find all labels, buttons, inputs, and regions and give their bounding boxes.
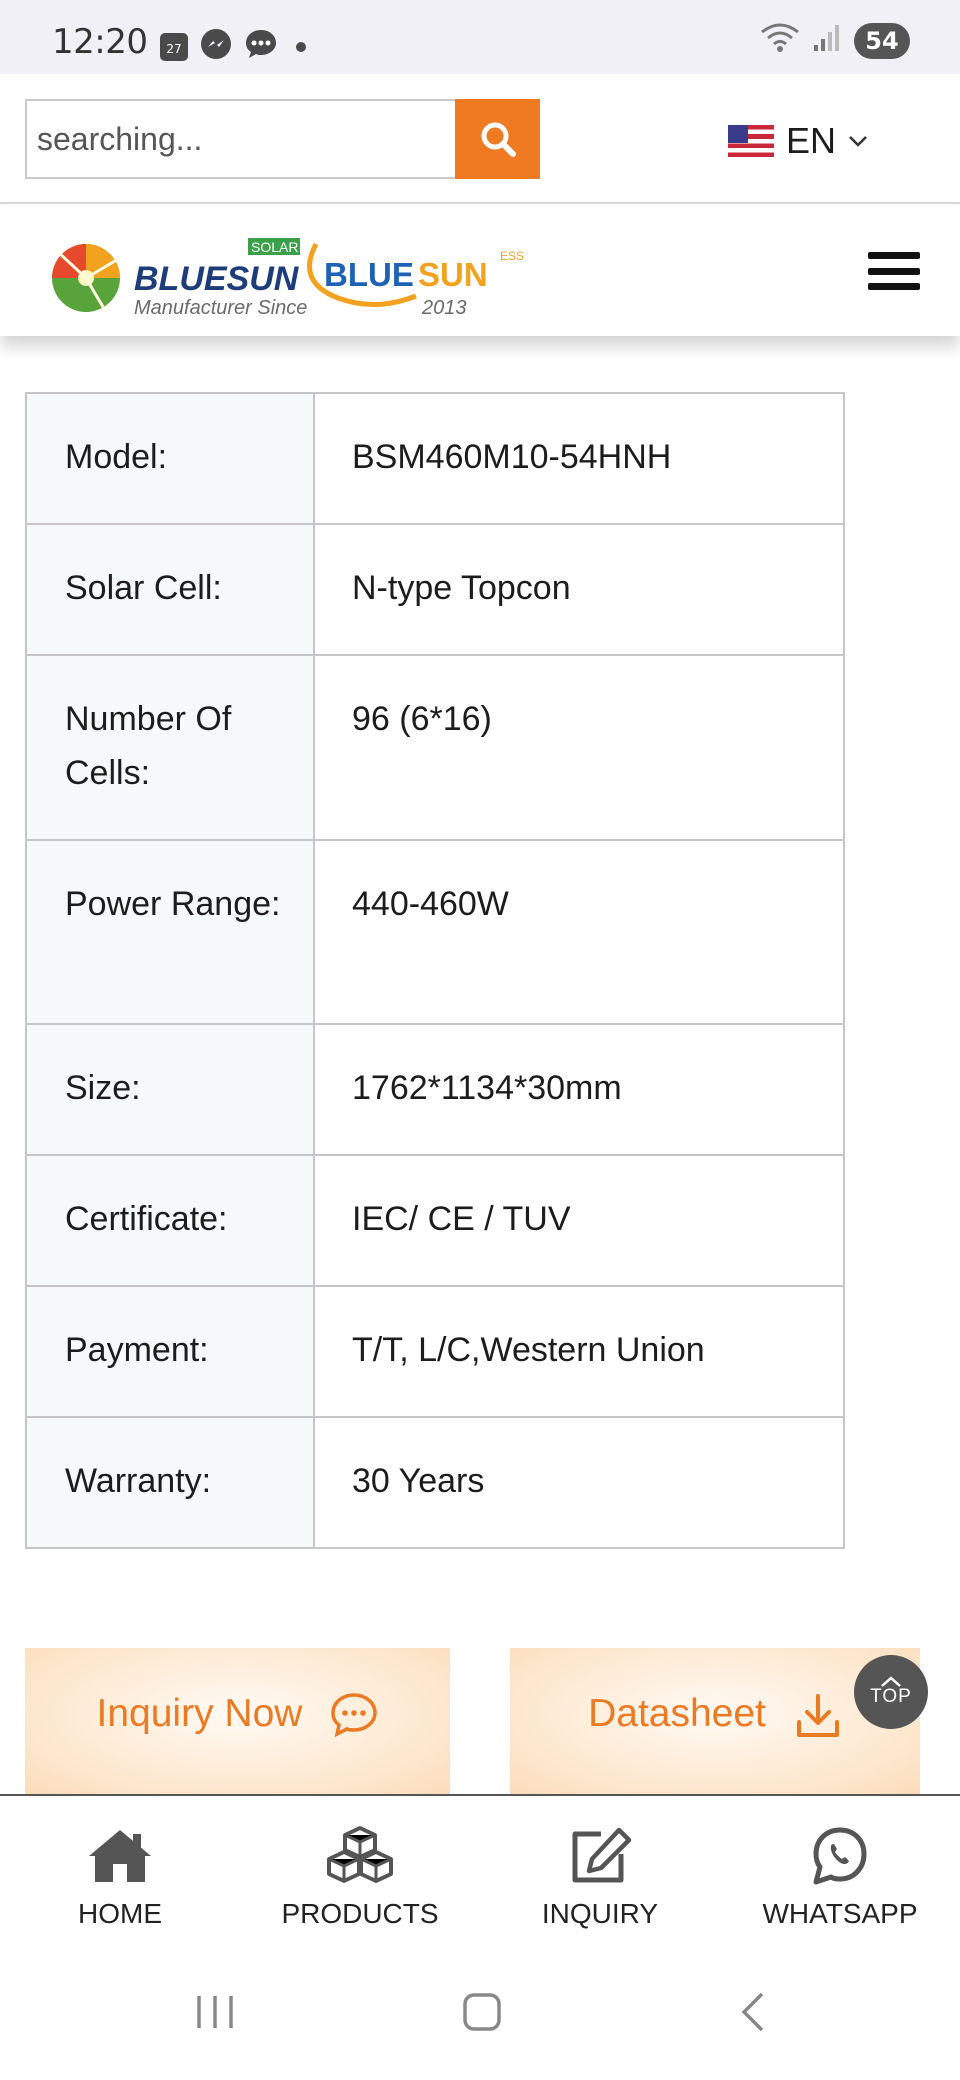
table-row: Size: 1762*1134*30mm	[25, 1023, 845, 1156]
sun-logo-icon	[52, 244, 121, 313]
table-row: Payment: T/T, L/C,Western Union	[25, 1285, 845, 1418]
notification-icons: 27	[160, 28, 306, 65]
svg-text:2013: 2013	[421, 297, 467, 318]
search-header: EN	[0, 74, 960, 204]
svg-text:Manufacturer Since: Manufacturer Since	[134, 297, 307, 318]
system-nav-bar	[0, 1960, 960, 2080]
cubes-icon	[327, 1826, 393, 1883]
language-selector[interactable]: EN	[728, 120, 868, 162]
download-icon	[796, 1694, 839, 1737]
inquiry-now-button[interactable]: Inquiry Now	[25, 1648, 450, 1794]
svg-text:SOLAR: SOLAR	[251, 239, 298, 255]
spec-label: Power Range:	[25, 839, 315, 1025]
spec-value: 1762*1134*30mm	[313, 1023, 845, 1156]
svg-text:BLUESUN: BLUESUN	[134, 260, 300, 298]
spec-value: IEC/ CE / TUV	[313, 1154, 845, 1287]
table-row: Solar Cell: N-type Topcon	[25, 523, 845, 656]
spec-label: Warranty:	[25, 1416, 315, 1549]
top-label: TOP	[870, 1686, 912, 1707]
spec-label: Model:	[25, 392, 315, 525]
spec-value: BSM460M10-54HNH	[313, 392, 845, 525]
home-icon	[89, 1830, 151, 1882]
home-nav-icon[interactable]	[460, 1990, 504, 2034]
svg-text:SUN: SUN	[418, 256, 488, 293]
nav-label: INQUIRY	[541, 1898, 659, 1929]
svg-text:ESS: ESS	[500, 249, 524, 263]
whatsapp-icon	[813, 1827, 867, 1885]
nav-item-whatsapp[interactable]: WHATSAPP	[720, 1796, 960, 1960]
spec-label: Payment:	[25, 1285, 315, 1418]
svg-text:BLUE: BLUE	[324, 256, 414, 293]
edit-icon	[572, 1827, 632, 1883]
spec-value: 30 Years	[313, 1416, 845, 1549]
nav-item-inquiry[interactable]: INQUIRY	[480, 1796, 720, 1960]
table-row: Warranty: 30 Years	[25, 1416, 845, 1549]
search-icon	[481, 122, 516, 157]
wifi-icon	[760, 22, 800, 59]
nav-item-products[interactable]: PRODUCTS	[240, 1796, 480, 1960]
spec-value: N-type Topcon	[313, 523, 845, 656]
spec-label: Solar Cell:	[25, 523, 315, 656]
nav-label: WHATSAPP	[762, 1898, 918, 1929]
battery-indicator: 54	[854, 22, 910, 59]
spec-label: Certificate:	[25, 1154, 315, 1287]
chat-bubble-icon	[331, 1693, 378, 1738]
us-flag-icon	[728, 125, 774, 157]
table-row: Number Of Cells: 96 (6*16)	[25, 654, 845, 841]
status-right: 54	[760, 22, 910, 59]
table-row: Certificate: IEC/ CE / TUV	[25, 1154, 845, 1287]
table-row: Power Range: 440-460W	[25, 839, 845, 1025]
nav-label: PRODUCTS	[281, 1898, 439, 1929]
dot-icon	[296, 41, 306, 52]
spec-value: T/T, L/C,Western Union	[313, 1285, 845, 1418]
nav-item-home[interactable]: HOME	[0, 1796, 240, 1960]
status-time: 12:20	[52, 22, 148, 62]
back-nav-icon[interactable]	[734, 1990, 774, 2034]
spec-value: 96 (6*16)	[313, 654, 845, 841]
search-box	[25, 99, 457, 179]
search-input[interactable]	[27, 101, 457, 177]
bluesun-logo[interactable]: BLUESUN SOLAR Manufacturer Since BLUE SU…	[46, 228, 536, 318]
nav-label: HOME	[78, 1898, 162, 1929]
datasheet-label: Datasheet	[588, 1692, 766, 1735]
chat-icon	[244, 28, 278, 65]
logo-bar: BLUESUN SOLAR Manufacturer Since BLUE SU…	[0, 206, 960, 336]
spec-value: 440-460W	[313, 839, 845, 1025]
search-button[interactable]	[455, 99, 540, 179]
scroll-to-top-button[interactable]: TOP	[854, 1655, 928, 1729]
language-label: EN	[786, 120, 837, 161]
bottom-nav: HOME PRODUCTS INQUIRY WHATSAPP	[0, 1794, 960, 1960]
messenger-icon	[200, 28, 232, 65]
spec-label: Number Of Cells:	[25, 654, 315, 841]
table-row: Model: BSM460M10-54HNH	[25, 392, 845, 525]
spec-table: Model: BSM460M10-54HNH Solar Cell: N-typ…	[25, 392, 845, 1549]
calendar-icon: 27	[160, 32, 188, 61]
inquiry-now-label: Inquiry Now	[96, 1692, 303, 1735]
chevron-down-icon	[849, 136, 867, 147]
spec-label: Size:	[25, 1023, 315, 1156]
datasheet-button[interactable]: Datasheet	[510, 1648, 920, 1794]
signal-icon	[812, 23, 842, 58]
menu-icon[interactable]	[868, 252, 920, 290]
status-bar: 12:20 27 54	[0, 0, 960, 74]
recent-apps-icon[interactable]	[193, 1990, 239, 2034]
